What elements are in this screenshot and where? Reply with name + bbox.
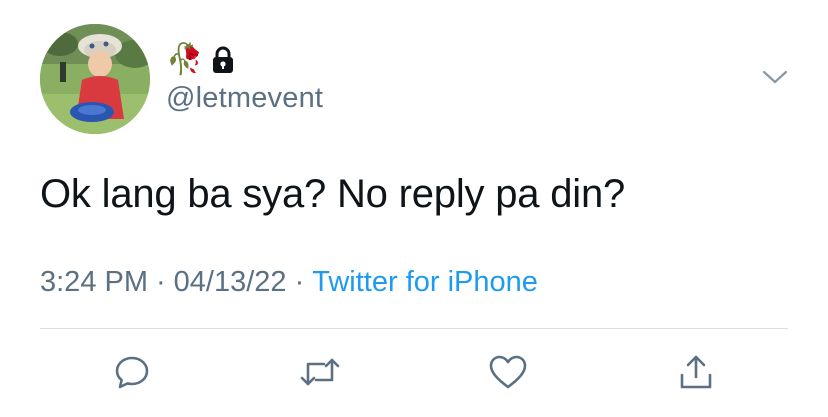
tweet-meta: 3:24 PM · 04/13/22 · Twitter for iPhone bbox=[40, 266, 538, 299]
lock-icon bbox=[211, 46, 235, 74]
tweet-text: Ok lang ba sya? No reply pa din? bbox=[40, 172, 626, 216]
reply-icon bbox=[113, 353, 151, 391]
heart-icon bbox=[488, 354, 528, 390]
retweet-button[interactable] bbox=[298, 350, 342, 394]
author-name-row[interactable]: 🥀 bbox=[166, 40, 235, 80]
like-button[interactable] bbox=[486, 350, 530, 394]
action-bar bbox=[0, 350, 828, 394]
tweet-source-link[interactable]: Twitter for iPhone bbox=[312, 266, 538, 298]
rose-emoji: 🥀 bbox=[166, 43, 204, 76]
share-icon bbox=[677, 353, 715, 391]
chevron-down-icon[interactable] bbox=[760, 64, 790, 90]
share-button[interactable] bbox=[674, 350, 718, 394]
meta-separator: · bbox=[156, 266, 166, 298]
avatar-photo bbox=[40, 24, 150, 134]
divider bbox=[40, 328, 788, 329]
tweet-time[interactable]: 3:24 PM bbox=[40, 266, 148, 298]
retweet-icon bbox=[300, 354, 340, 390]
tweet-card: 🥀 @letmevent Ok lang ba sya? No reply pa… bbox=[0, 0, 828, 417]
meta-separator: · bbox=[294, 266, 305, 298]
reply-button[interactable] bbox=[110, 350, 154, 394]
avatar[interactable] bbox=[40, 24, 150, 134]
tweet-date[interactable]: 04/13/22 bbox=[174, 266, 287, 298]
author-handle[interactable]: @letmevent bbox=[166, 82, 323, 115]
